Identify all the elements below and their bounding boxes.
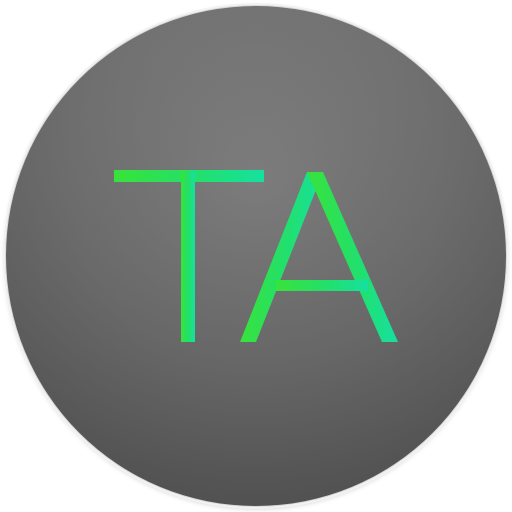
monogram-letter-t	[114, 170, 264, 342]
monogram-letter-a	[240, 172, 398, 342]
monogram: TA	[114, 170, 398, 342]
app-icon: TA	[0, 0, 512, 512]
